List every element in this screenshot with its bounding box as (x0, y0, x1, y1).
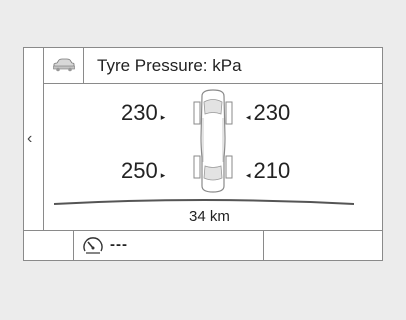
tyre-front-left-value: 230 (121, 100, 158, 125)
trip-value: --- (110, 236, 128, 253)
tyre-rear-left: 250 ▸ (121, 158, 166, 183)
bottom-cell-right (264, 231, 382, 260)
road-swoosh-divider (54, 199, 354, 205)
header-bar: Tyre Pressure: kPa (44, 48, 382, 84)
chevron-left-icon[interactable]: ‹ (27, 130, 32, 148)
page-title: Tyre Pressure: kPa (97, 56, 242, 75)
bottom-cell-trip: --- (74, 231, 264, 260)
tyre-front-right-value: 230 (253, 100, 291, 125)
tyre-rear-left-value: 250 (121, 158, 158, 183)
speedometer-icon (83, 237, 103, 254)
car-icon (53, 58, 75, 72)
bottom-cell-left (24, 231, 74, 260)
tyre-rear-right: ◂ 210 (246, 158, 291, 183)
tyre-pressure-display: ‹ Tyre Pressure: kPa 230 ▸ ◂ 230 250 ▸ ◂ 210 (23, 47, 383, 261)
tyre-rear-right-value: 210 (253, 158, 291, 183)
car-icon-cell (44, 48, 84, 83)
distance-readout: 34 km (189, 208, 230, 225)
bottom-bar: --- (24, 230, 382, 260)
car-top-view-icon (193, 89, 233, 193)
tyre-front-left: 230 ▸ (121, 100, 166, 125)
back-column[interactable]: ‹ (24, 48, 44, 230)
tyre-front-right: ◂ 230 (246, 100, 291, 125)
